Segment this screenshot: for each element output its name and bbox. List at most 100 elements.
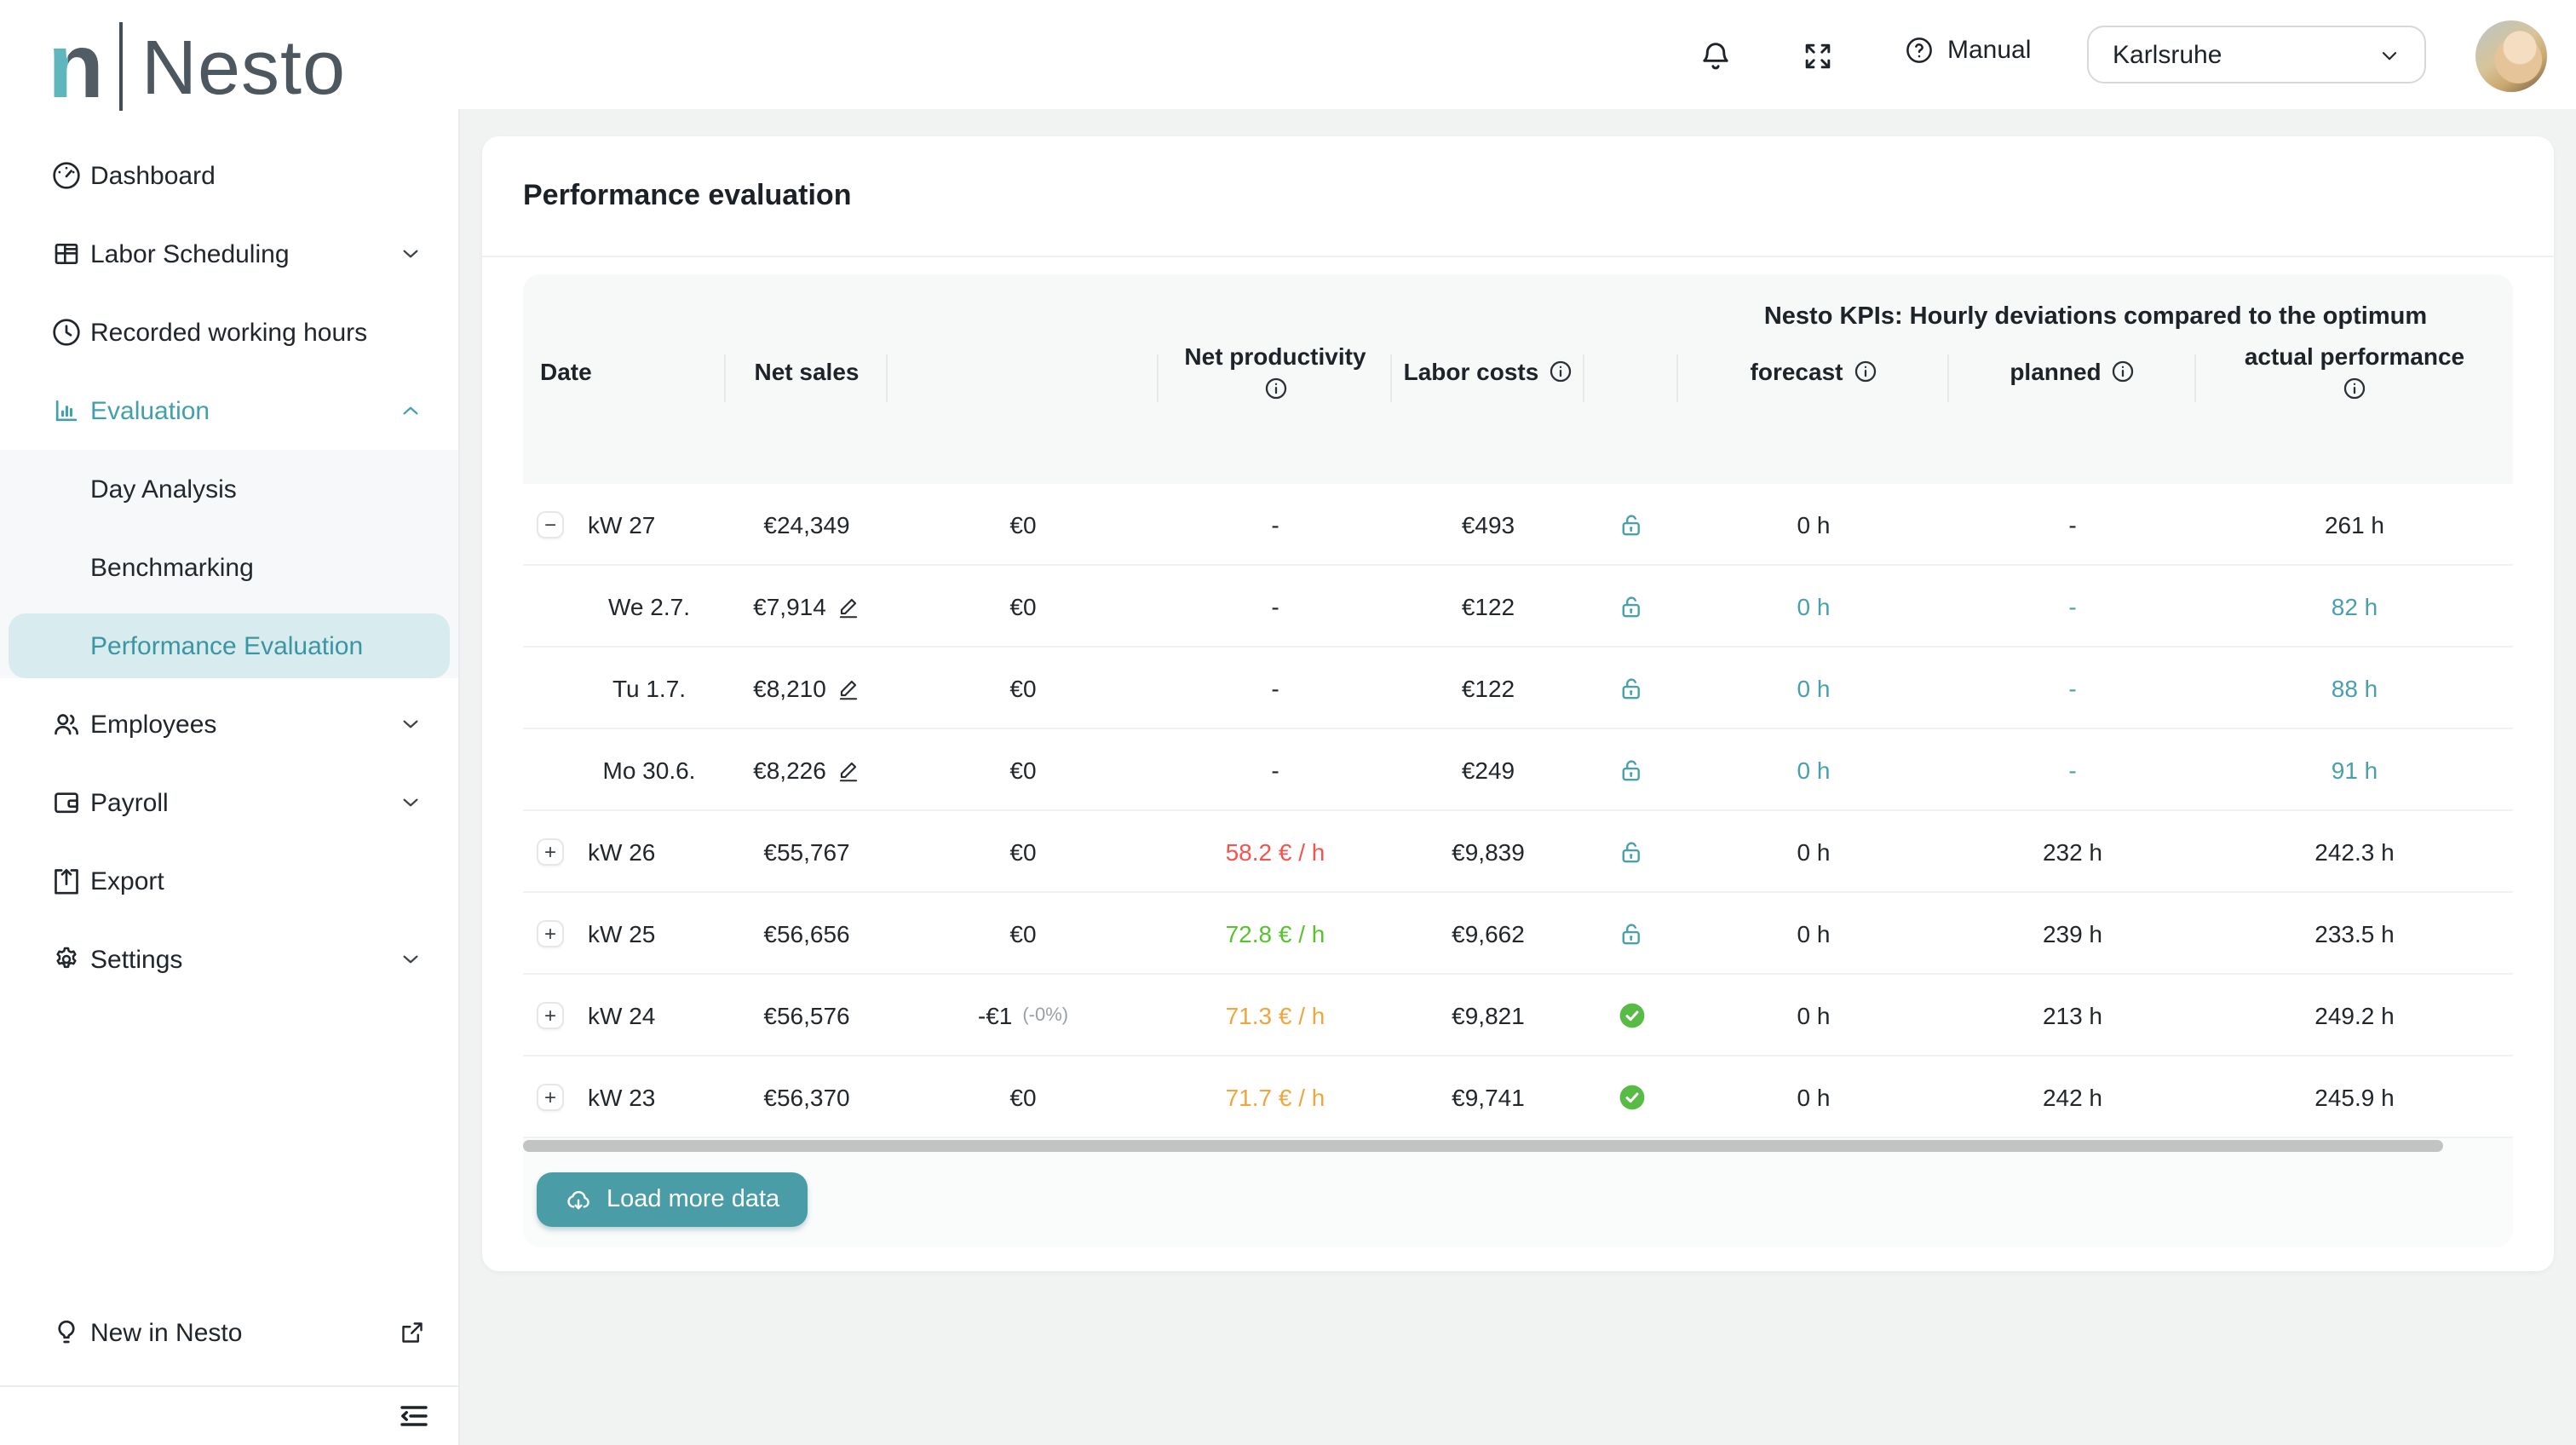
cell-status: [1584, 893, 1678, 973]
labor-costs-value: €9,839: [1452, 838, 1525, 865]
planned-value[interactable]: -: [2068, 756, 2076, 783]
net-productivity-value: 58.2 € / h: [1226, 838, 1325, 865]
scrollbar-thumb[interactable]: [523, 1140, 2443, 1152]
page-title: Performance evaluation: [523, 179, 852, 213]
column-header-date: Date: [523, 274, 726, 467]
cell-date: +kW 24: [523, 975, 726, 1055]
lock-open-icon[interactable]: [1618, 919, 1645, 947]
sidebar-item-export[interactable]: Export: [0, 842, 458, 920]
collapse-sidebar-button[interactable]: [394, 1396, 434, 1436]
cell-net-productivity: 58.2 € / h: [1159, 811, 1392, 891]
forecast-value[interactable]: 0 h: [1797, 756, 1831, 783]
clock-icon: [49, 315, 83, 349]
net-productivity-value: -: [1271, 756, 1279, 783]
actual-performance-value[interactable]: 82 h: [2332, 592, 2378, 619]
net-sales-value: €56,576: [763, 1001, 849, 1028]
cell-actual-performance: 233.5 h: [2196, 893, 2513, 973]
forecast-value[interactable]: 0 h: [1797, 592, 1831, 619]
actual-performance-value[interactable]: 91 h: [2332, 756, 2378, 783]
sidebar-item-new-in-nesto[interactable]: New in Nesto: [0, 1295, 458, 1370]
info-icon[interactable]: [1549, 359, 1573, 383]
logo-mark: n: [48, 20, 104, 112]
lock-open-icon[interactable]: [1618, 674, 1645, 701]
info-icon[interactable]: [1263, 376, 1287, 400]
actual-performance-value: 249.2 h: [2314, 1001, 2394, 1028]
expand-week-button[interactable]: +: [537, 838, 564, 865]
sidebar-item-evaluation[interactable]: Evaluation: [0, 371, 458, 450]
sales-delta-percent: (-0%): [1022, 1005, 1068, 1025]
nesto-logo[interactable]: n Nesto: [48, 14, 346, 119]
net-sales-value: €7,914: [753, 592, 826, 619]
table-row-kw-24: +kW 24€56,576-€1(-0%)71.3 € / h€9,8210 h…: [523, 975, 2513, 1056]
lightbulb-icon: [49, 1315, 83, 1350]
edit-net-sales-button[interactable]: [837, 757, 860, 781]
actual-performance-value: 261 h: [2325, 510, 2384, 538]
sidebar-item-employees[interactable]: Employees: [0, 685, 458, 763]
lock-open-icon[interactable]: [1618, 838, 1645, 865]
sales-delta-value: €0: [1009, 756, 1036, 783]
info-icon[interactable]: [2112, 359, 2136, 383]
edit-net-sales-button[interactable]: [837, 676, 860, 699]
card-header: Performance evaluation: [482, 136, 2554, 257]
expand-icon: [1799, 37, 1837, 75]
location-select[interactable]: Karlsruhe: [2087, 26, 2426, 83]
cell-labor-costs: €9,821: [1392, 975, 1584, 1055]
cell-actual-performance: 261 h: [2196, 484, 2513, 564]
sidebar-item-dashboard[interactable]: Dashboard: [0, 136, 458, 215]
sidebar-item-label: Settings: [90, 945, 182, 974]
fullscreen-button[interactable]: [1799, 37, 1837, 75]
info-icon[interactable]: [2343, 376, 2366, 400]
sidebar-subitem-label: Performance Evaluation: [90, 631, 363, 660]
logo-text: Nesto: [141, 28, 346, 105]
lock-open-icon[interactable]: [1618, 592, 1645, 619]
planned-value[interactable]: -: [2068, 592, 2076, 619]
column-header-labor-costs: Labor costs: [1392, 274, 1584, 467]
info-icon[interactable]: [1853, 359, 1877, 383]
net-productivity-value: 71.7 € / h: [1226, 1083, 1325, 1110]
manual-button[interactable]: Manual: [1903, 34, 2031, 66]
actual-performance-value[interactable]: 88 h: [2332, 674, 2378, 701]
planned-value: 232 h: [2043, 838, 2102, 865]
labor-costs-value: €249: [1462, 756, 1515, 783]
net-sales-value: €24,349: [763, 510, 849, 538]
table-body: −kW 27€24,349€0-€4930 h-261 hWe 2.7.€7,9…: [523, 484, 2513, 1138]
table-row-kw-27: −kW 27€24,349€0-€4930 h-261 h: [523, 484, 2513, 566]
date-label: Mo 30.6.: [572, 756, 726, 783]
avatar[interactable]: [2475, 20, 2547, 92]
load-more-button[interactable]: Load more data: [537, 1172, 807, 1227]
expand-week-button[interactable]: +: [537, 919, 564, 947]
expand-week-button[interactable]: +: [537, 1001, 564, 1028]
sales-delta-value: €0: [1009, 510, 1036, 538]
help-circle-icon: [1903, 34, 1935, 66]
sales-delta-value: €0: [1009, 919, 1036, 947]
check-circle-icon: [1618, 1083, 1645, 1110]
cell-forecast: 0 h: [1678, 566, 1949, 646]
cell-actual-performance: 88 h: [2196, 648, 2513, 728]
expand-week-button[interactable]: +: [537, 1083, 564, 1110]
cell-date: +kW 23: [523, 1056, 726, 1137]
edit-net-sales-button[interactable]: [837, 594, 860, 618]
cell-labor-costs: €9,662: [1392, 893, 1584, 973]
labor-costs-value: €122: [1462, 674, 1515, 701]
sidebar-item-recorded-working-hours[interactable]: Recorded working hours: [0, 293, 458, 371]
collapse-week-button[interactable]: −: [537, 510, 564, 538]
labor-costs-value: €122: [1462, 592, 1515, 619]
cell-sales-delta: €0: [888, 811, 1159, 891]
horizontal-scrollbar[interactable]: [523, 1140, 2513, 1154]
net-productivity-value: -: [1271, 592, 1279, 619]
sidebar-item-day-analysis[interactable]: Day Analysis: [0, 450, 458, 528]
lock-open-icon[interactable]: [1618, 756, 1645, 783]
net-productivity-value: -: [1271, 510, 1279, 538]
chevron-down-icon: [2375, 40, 2404, 69]
sidebar-item-performance-evaluation[interactable]: Performance Evaluation: [9, 613, 450, 678]
sidebar-item-payroll[interactable]: Payroll: [0, 763, 458, 842]
sidebar-item-benchmarking[interactable]: Benchmarking: [0, 528, 458, 607]
forecast-value[interactable]: 0 h: [1797, 674, 1831, 701]
performance-table: Nesto KPIs: Hourly deviations compared t…: [523, 274, 2513, 1247]
notifications-button[interactable]: [1697, 37, 1734, 75]
sidebar-item-settings[interactable]: Settings: [0, 920, 458, 999]
sidebar-subitem-label: Day Analysis: [90, 475, 237, 504]
planned-value[interactable]: -: [2068, 674, 2076, 701]
sidebar-item-labor-scheduling[interactable]: Labor Scheduling: [0, 215, 458, 293]
lock-open-icon[interactable]: [1618, 510, 1645, 538]
